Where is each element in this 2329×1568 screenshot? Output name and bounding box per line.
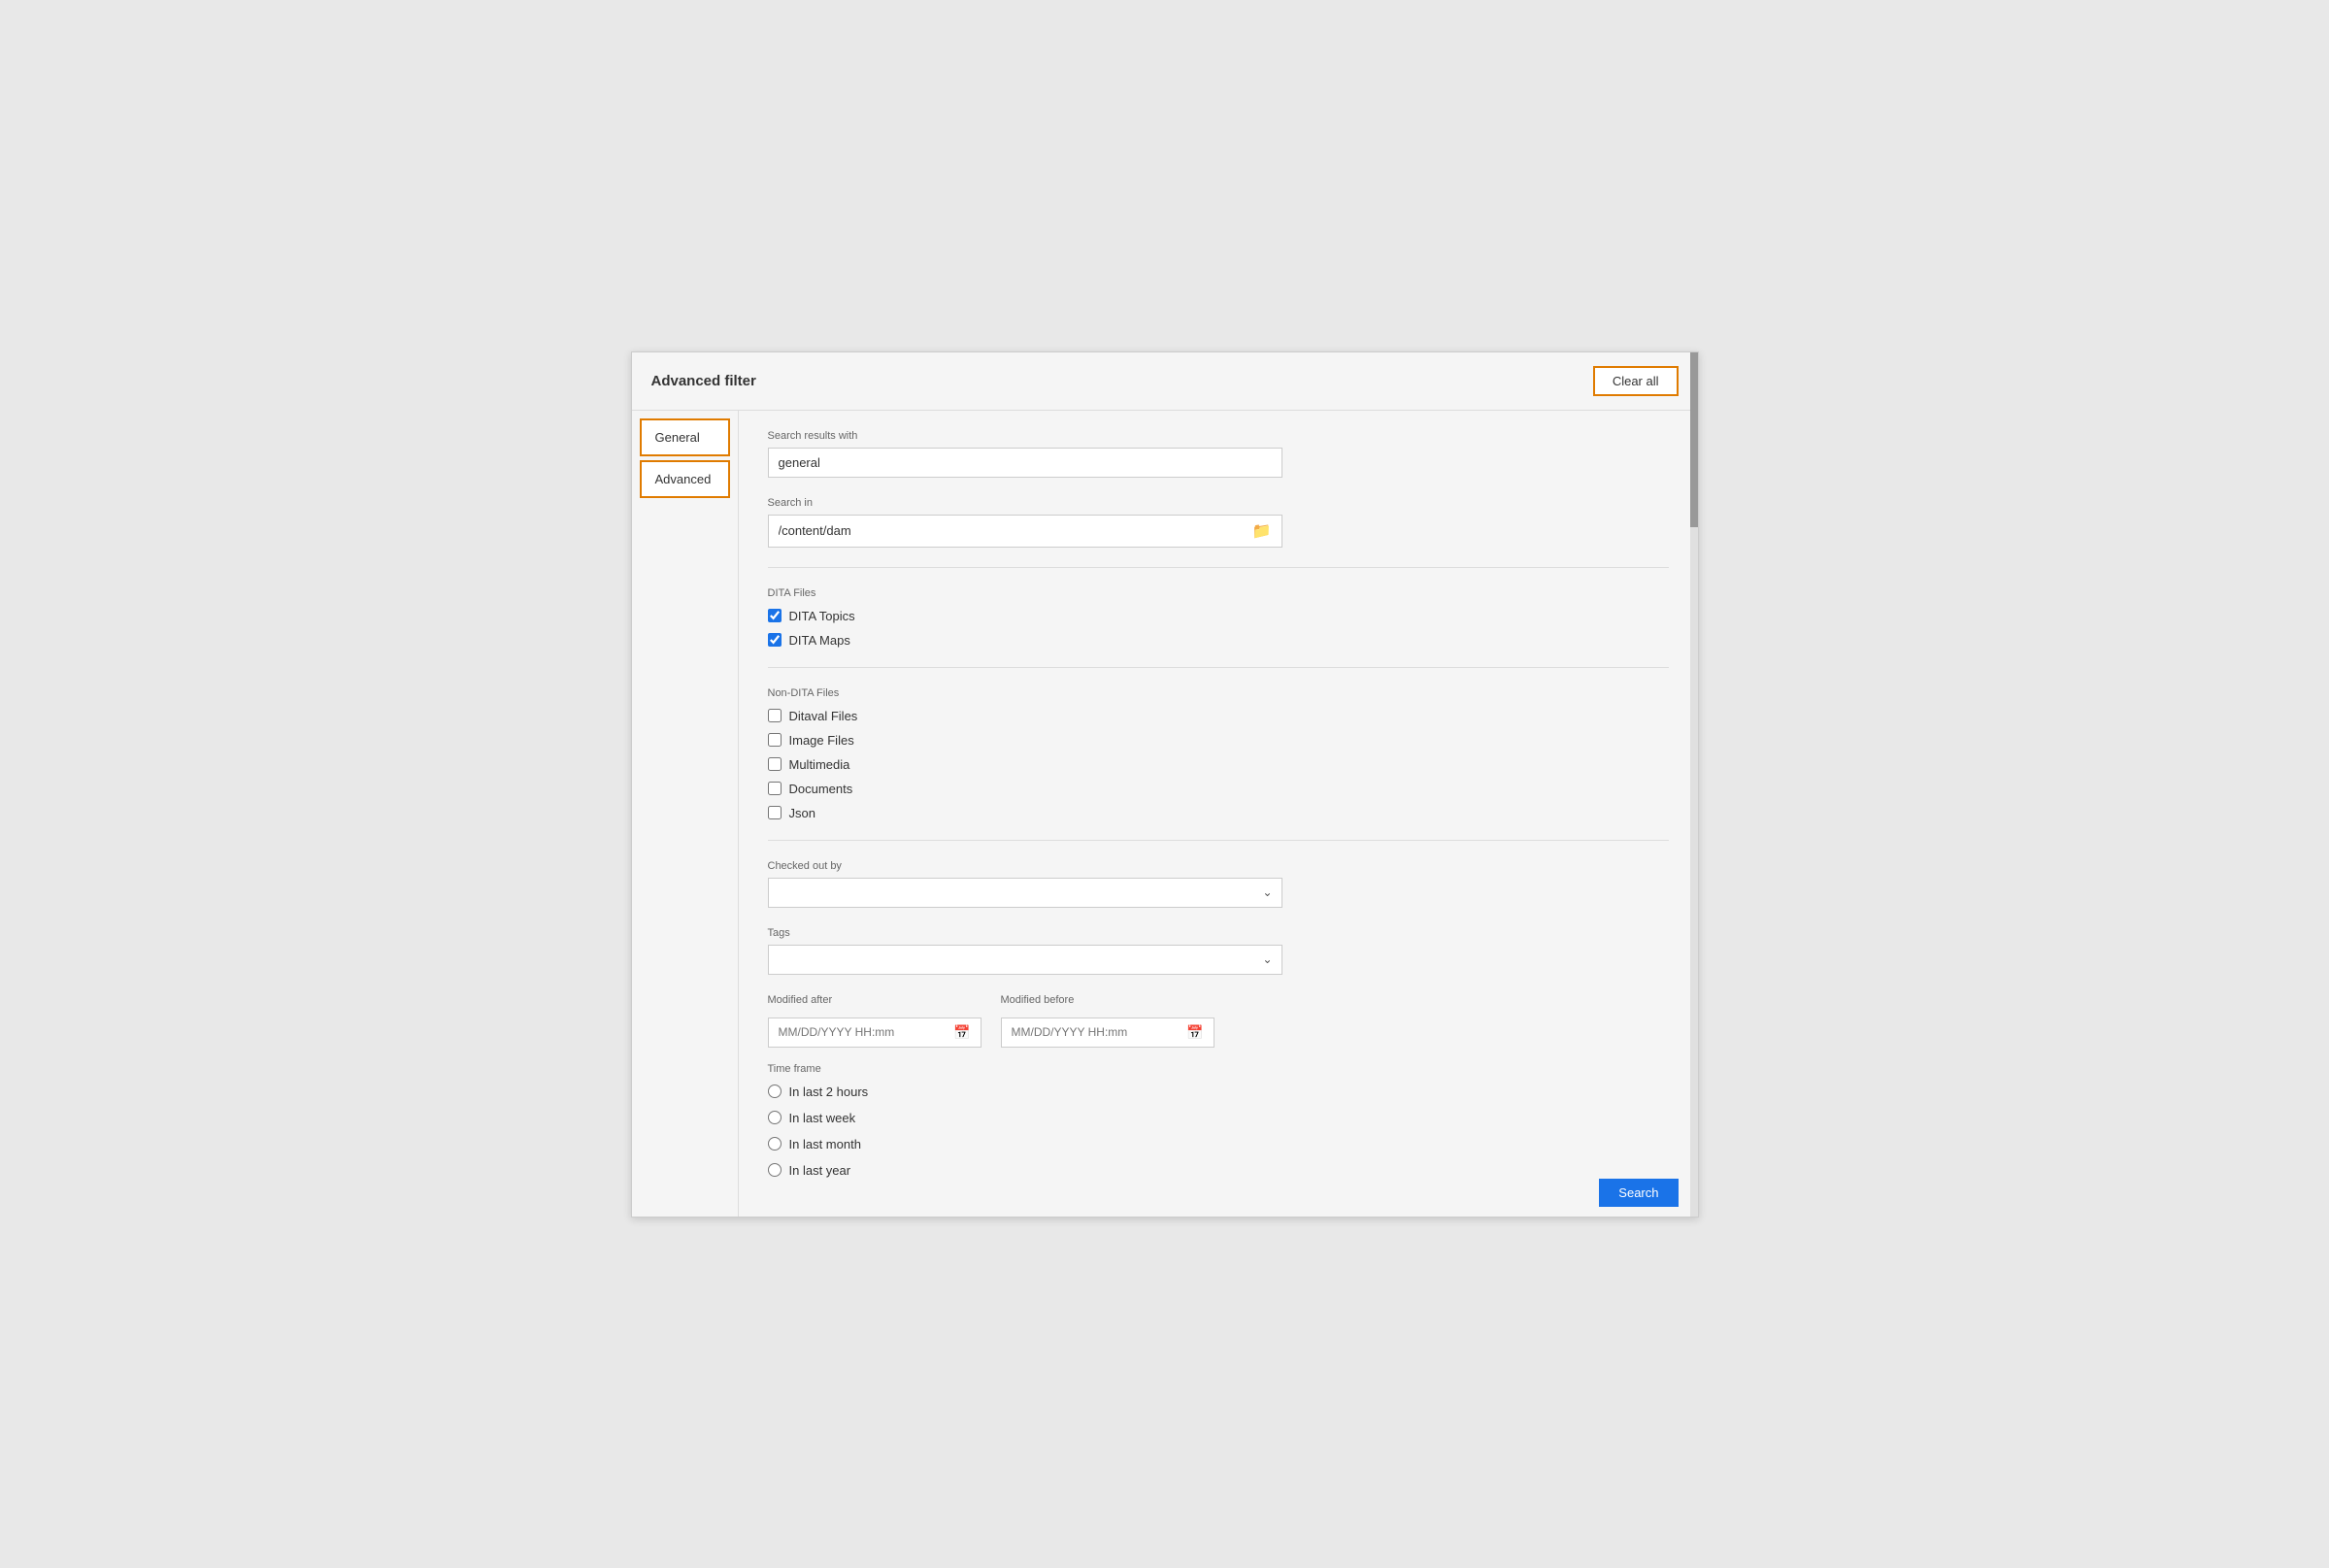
dita-maps-checkbox[interactable] [768,633,782,647]
non-dita-files-label: Non-DITA Files [768,687,1669,699]
tags-select[interactable] [768,945,1282,975]
search-in-input[interactable] [769,517,1243,545]
advanced-filter-dialog: Advanced filter Clear all General Advanc… [631,351,1699,1218]
date-range-row: Modified after 📅 Modified before 📅 [768,994,1669,1048]
timeframe-week-label[interactable]: In last week [789,1111,856,1125]
timeframe-week-radio[interactable] [768,1111,782,1124]
ditaval-label[interactable]: Ditaval Files [789,709,858,723]
checked-out-by-wrapper: ⌄ [768,878,1282,908]
search-results-section: Search results with [768,430,1669,478]
image-files-item: Image Files [768,733,1669,748]
modified-before-field: Modified before 📅 [1001,994,1214,1048]
checked-out-by-section: Checked out by ⌄ [768,860,1669,908]
tags-section: Tags ⌄ [768,927,1669,975]
ditaval-checkbox[interactable] [768,709,782,722]
timeframe-month: In last month [768,1137,1669,1151]
divider-1 [768,567,1669,568]
search-results-input[interactable] [768,448,1282,478]
modified-after-field: Modified after 📅 [768,994,982,1048]
json-item: Json [768,806,1669,820]
documents-label[interactable]: Documents [789,782,853,796]
divider-3 [768,840,1669,841]
clear-all-button[interactable]: Clear all [1593,366,1679,396]
checked-out-by-label: Checked out by [768,860,1669,872]
image-files-checkbox[interactable] [768,733,782,747]
modified-after-wrapper: 📅 [768,1018,982,1048]
sidebar: General Advanced [632,411,739,1217]
dita-maps-label[interactable]: DITA Maps [789,633,850,648]
search-in-section: Search in 📁 [768,497,1669,548]
non-dita-files-section: Non-DITA Files Ditaval Files Image Files… [768,687,1669,820]
timeframe-year: In last year [768,1163,1669,1178]
time-frame-section: Time frame In last 2 hours In last week … [768,1063,1669,1178]
dita-maps-item: DITA Maps [768,633,1669,648]
tags-label: Tags [768,927,1669,939]
dita-topics-label[interactable]: DITA Topics [789,609,855,623]
multimedia-checkbox[interactable] [768,757,782,771]
modified-before-input[interactable] [1002,1018,1178,1046]
timeframe-2hours-label[interactable]: In last 2 hours [789,1084,869,1099]
multimedia-label[interactable]: Multimedia [789,757,850,772]
modified-after-input[interactable] [769,1018,945,1046]
modified-after-label: Modified after [768,994,982,1006]
checked-out-by-select[interactable] [768,878,1282,908]
dita-topics-checkbox[interactable] [768,609,782,622]
dita-files-label: DITA Files [768,587,1669,599]
dita-topics-item: DITA Topics [768,609,1669,623]
tags-wrapper: ⌄ [768,945,1282,975]
sidebar-item-general[interactable]: General [640,418,730,456]
dita-files-section: DITA Files DITA Topics DITA Maps [768,587,1669,648]
documents-checkbox[interactable] [768,782,782,795]
dialog-body: General Advanced Search results with Sea… [632,411,1698,1217]
json-label[interactable]: Json [789,806,815,820]
search-button[interactable]: Search [1599,1179,1678,1207]
timeframe-2hours-radio[interactable] [768,1084,782,1098]
timeframe-year-radio[interactable] [768,1163,782,1177]
divider-2 [768,667,1669,668]
calendar-icon-before[interactable]: 📅 [1177,1018,1213,1047]
timeframe-month-label[interactable]: In last month [789,1137,861,1151]
documents-item: Documents [768,782,1669,796]
multimedia-item: Multimedia [768,757,1669,772]
timeframe-month-radio[interactable] [768,1137,782,1151]
main-content: Search results with Search in 📁 DITA Fil… [739,411,1698,1217]
time-frame-label: Time frame [768,1063,1669,1075]
search-in-label: Search in [768,497,1669,509]
dialog-footer: Search [1580,1169,1697,1217]
search-in-input-wrapper: 📁 [768,515,1282,548]
ditaval-item: Ditaval Files [768,709,1669,723]
scrollbar-track [1690,352,1698,1217]
search-results-label: Search results with [768,430,1669,442]
image-files-label[interactable]: Image Files [789,733,854,748]
modified-before-wrapper: 📅 [1001,1018,1214,1048]
dialog-title: Advanced filter [651,373,756,389]
calendar-icon-after[interactable]: 📅 [944,1018,980,1047]
json-checkbox[interactable] [768,806,782,819]
timeframe-2hours: In last 2 hours [768,1084,1669,1099]
timeframe-week: In last week [768,1111,1669,1125]
modified-before-label: Modified before [1001,994,1214,1006]
dialog-header: Advanced filter Clear all [632,352,1698,411]
scrollbar-thumb[interactable] [1690,352,1698,527]
timeframe-year-label[interactable]: In last year [789,1163,851,1178]
folder-icon[interactable]: 📁 [1243,516,1281,547]
sidebar-item-advanced[interactable]: Advanced [640,460,730,498]
